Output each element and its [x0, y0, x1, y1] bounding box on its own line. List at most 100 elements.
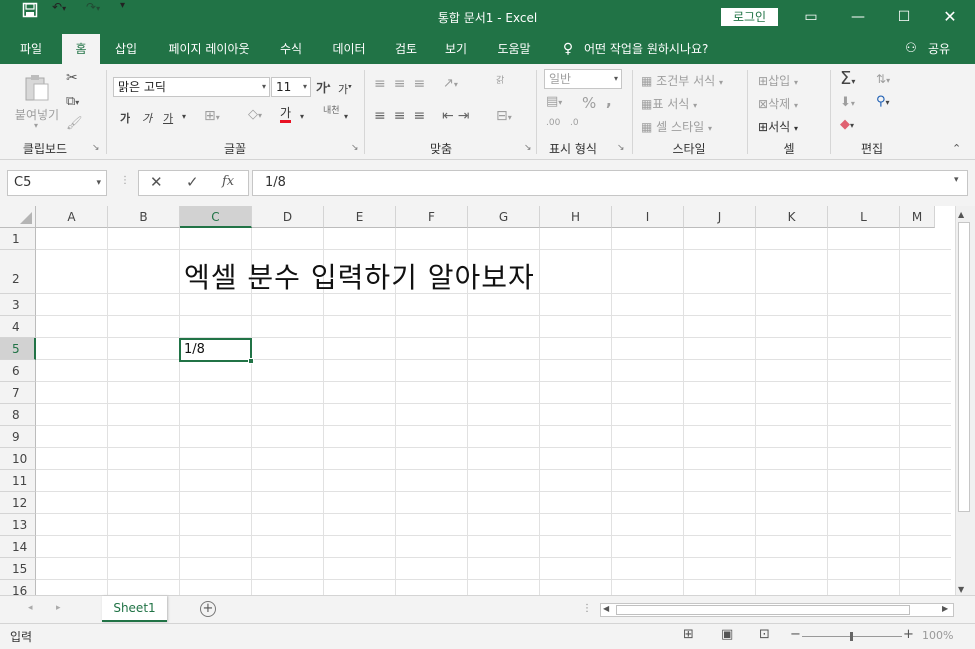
- tab-split-grip-icon[interactable]: ⋮: [582, 603, 592, 614]
- percent-button[interactable]: %: [582, 94, 596, 112]
- tab-file[interactable]: 파일: [10, 34, 52, 64]
- tab-data[interactable]: 데이터: [322, 34, 376, 64]
- phonetic-dropdown-icon[interactable]: ▾: [344, 112, 348, 121]
- column-header-j[interactable]: J: [684, 206, 756, 228]
- font-name-select[interactable]: 맑은 고딕 ▾: [113, 77, 270, 97]
- underline-button[interactable]: 가: [163, 110, 173, 126]
- zoom-level[interactable]: 100%: [922, 629, 953, 642]
- row-header-8[interactable]: 8: [0, 404, 36, 426]
- vertical-align-icons[interactable]: ≡≡≡: [374, 76, 433, 92]
- format-as-table-button[interactable]: ▦표 서식 ▾: [641, 95, 697, 112]
- row-header-3[interactable]: 3: [0, 294, 36, 316]
- increase-decimal-button[interactable]: .00: [546, 118, 560, 128]
- sort-filter-icon[interactable]: ⇅▾: [876, 72, 890, 86]
- paste-dropdown-icon[interactable]: ▾: [34, 121, 38, 130]
- comma-button[interactable]: ,: [606, 92, 612, 110]
- cut-icon[interactable]: ✂: [66, 70, 78, 86]
- row-header-14[interactable]: 14: [0, 536, 36, 558]
- close-icon[interactable]: ✕: [930, 4, 970, 30]
- maximize-icon[interactable]: ☐: [884, 4, 924, 30]
- decrease-decimal-button[interactable]: .0: [570, 118, 579, 128]
- row-header-5[interactable]: 5: [0, 338, 36, 360]
- page-layout-view-icon[interactable]: ▣: [721, 627, 733, 642]
- scroll-down-icon[interactable]: ▼: [958, 585, 964, 594]
- font-color-dropdown-icon[interactable]: ▾: [300, 112, 304, 121]
- zoom-out-icon[interactable]: −: [790, 627, 801, 642]
- column-header-c[interactable]: C: [180, 206, 252, 228]
- fill-icon[interactable]: ⬇▾: [840, 95, 855, 110]
- ribbon-display-icon[interactable]: ▭: [791, 4, 831, 30]
- column-header-a[interactable]: A: [36, 206, 108, 228]
- select-all-corner[interactable]: [0, 206, 36, 228]
- column-header-i[interactable]: I: [612, 206, 684, 228]
- insert-cells-button[interactable]: ⊞삽입 ▾: [758, 72, 798, 89]
- tell-me-search[interactable]: 어떤 작업을 원하시나요?: [584, 34, 734, 64]
- row-header-15[interactable]: 15: [0, 558, 36, 580]
- column-header-h[interactable]: H: [540, 206, 612, 228]
- grow-font-button[interactable]: 가▴: [316, 79, 331, 96]
- sheet-title-cell[interactable]: 엑셀 분수 입력하기 알아보자: [184, 256, 535, 296]
- column-header-f[interactable]: F: [396, 206, 468, 228]
- number-launcher-icon[interactable]: ↘: [617, 143, 625, 153]
- row-header-9[interactable]: 9: [0, 426, 36, 448]
- clipboard-launcher-icon[interactable]: ↘: [92, 143, 100, 153]
- column-header-l[interactable]: L: [828, 206, 900, 228]
- column-header-k[interactable]: K: [756, 206, 828, 228]
- sheet-next-icon[interactable]: ▸: [56, 603, 61, 613]
- new-sheet-icon[interactable]: +: [200, 601, 216, 617]
- clear-icon[interactable]: ◆▾: [840, 117, 854, 132]
- paste-icon[interactable]: [22, 72, 52, 102]
- bold-button[interactable]: 가: [120, 110, 130, 126]
- zoom-in-icon[interactable]: +: [903, 627, 914, 642]
- phonetic-guide-button[interactable]: 내천: [323, 106, 341, 116]
- row-header-7[interactable]: 7: [0, 382, 36, 404]
- row-header-12[interactable]: 12: [0, 492, 36, 514]
- name-box-dropdown-icon[interactable]: ▾: [96, 171, 101, 195]
- number-format-select[interactable]: 일반 ▾: [544, 69, 622, 89]
- collapse-ribbon-icon[interactable]: ⌃: [952, 142, 961, 155]
- tab-insert[interactable]: 삽입: [106, 34, 146, 64]
- insert-function-icon[interactable]: fx: [222, 174, 234, 189]
- row-header-10[interactable]: 10: [0, 448, 36, 470]
- row-header-6[interactable]: 6: [0, 360, 36, 382]
- scroll-right-icon[interactable]: ▶: [942, 604, 948, 613]
- font-size-select[interactable]: 11 ▾: [271, 77, 311, 97]
- column-header-b[interactable]: B: [108, 206, 180, 228]
- column-header-e[interactable]: E: [324, 206, 396, 228]
- merge-center-icon[interactable]: ⊟▾: [496, 108, 512, 124]
- fill-color-icon[interactable]: ◇▾: [248, 107, 262, 122]
- active-cell-c5[interactable]: 1/8: [179, 338, 254, 364]
- name-box[interactable]: C5 ▾: [7, 170, 107, 196]
- copy-icon[interactable]: ⧉▾: [66, 94, 79, 109]
- tab-help[interactable]: 도움말: [486, 34, 542, 64]
- column-header-g[interactable]: G: [468, 206, 540, 228]
- sheet-tab-sheet1[interactable]: Sheet1: [102, 596, 167, 622]
- column-header-d[interactable]: D: [252, 206, 324, 228]
- scroll-up-icon[interactable]: ▲: [958, 210, 964, 219]
- find-select-icon[interactable]: ⚲▾: [876, 94, 890, 109]
- tab-page-layout[interactable]: 페이지 레이아웃: [156, 34, 262, 64]
- scroll-left-icon[interactable]: ◀: [603, 604, 609, 613]
- borders-icon[interactable]: ⊞▾: [204, 108, 220, 124]
- cancel-entry-icon[interactable]: ✕: [150, 173, 163, 191]
- share-user-icon[interactable]: ⚇: [902, 34, 920, 64]
- column-header-m[interactable]: M: [900, 206, 935, 228]
- fill-handle[interactable]: [248, 358, 254, 364]
- minimize-icon[interactable]: —: [838, 4, 878, 30]
- autosum-icon[interactable]: Σ▾: [840, 68, 855, 89]
- shrink-font-button[interactable]: 가▾: [338, 81, 352, 97]
- conditional-format-button[interactable]: ▦ 조건부 서식 ▾: [641, 72, 723, 89]
- underline-dropdown-icon[interactable]: ▾: [182, 112, 186, 121]
- tab-formulas[interactable]: 수식: [272, 34, 310, 64]
- tab-review[interactable]: 검토: [386, 34, 426, 64]
- font-launcher-icon[interactable]: ↘: [351, 143, 359, 153]
- indent-icons[interactable]: ⇤⇥: [442, 108, 473, 124]
- format-painter-icon[interactable]: 🖌: [66, 116, 83, 131]
- horizontal-scroll-thumb[interactable]: [616, 605, 910, 615]
- wrap-text-button[interactable]: 갉: [496, 76, 512, 86]
- row-header-11[interactable]: 11: [0, 470, 36, 492]
- login-button[interactable]: 로그인: [721, 8, 778, 26]
- alignment-launcher-icon[interactable]: ↘: [524, 143, 532, 153]
- expand-formula-icon[interactable]: ▾: [954, 175, 959, 185]
- row-header-1[interactable]: 1: [0, 228, 36, 250]
